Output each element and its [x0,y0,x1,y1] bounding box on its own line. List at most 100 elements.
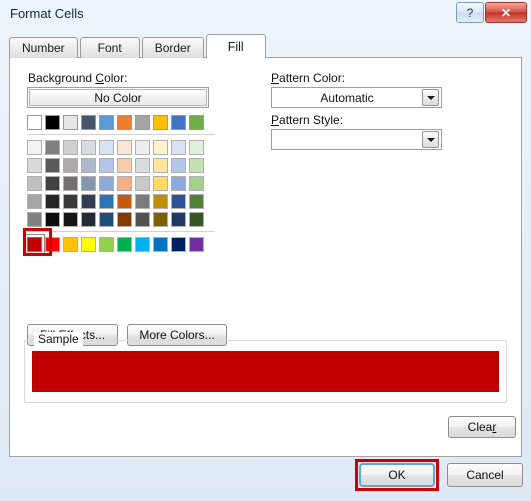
theme-tint-swatch-3-9[interactable] [189,194,204,209]
standard-color-cell-6[interactable] [135,237,150,252]
standard-color-cell-1[interactable] [45,237,60,252]
theme-color-swatch-1[interactable] [45,115,60,130]
theme-color-swatch-6[interactable] [135,115,150,130]
theme-tint-swatch-0-9[interactable] [189,140,204,155]
standard-color-cell-2[interactable] [63,237,78,252]
theme-color-swatch-3[interactable] [81,115,96,130]
theme-tint-swatch-1-9[interactable] [189,158,204,173]
cancel-button[interactable]: Cancel [447,463,523,487]
close-button[interactable]: ✕ [485,2,527,23]
theme-tint-swatch-0-6[interactable] [135,140,150,155]
theme-tint-swatch-0-3[interactable] [81,140,96,155]
theme-tint-swatch-3-6[interactable] [135,194,150,209]
theme-tint-swatch-4-0[interactable] [27,212,42,227]
theme-color-swatch-8[interactable] [171,115,186,130]
theme-tint-swatch-0-4[interactable] [99,140,114,155]
theme-tint-swatch-2-8[interactable] [171,176,186,191]
theme-color-swatch-7[interactable] [153,115,168,130]
theme-tint-swatch-4-1[interactable] [45,212,60,227]
theme-tint-swatch-0-8[interactable] [171,140,186,155]
pattern-color-combobox[interactable]: Automatic [271,87,442,108]
standard-color-cell-8[interactable] [171,237,186,252]
theme-tint-swatch-1-0[interactable] [27,158,42,173]
theme-tint-swatch-4-4[interactable] [99,212,114,227]
theme-tint-swatch-0-1[interactable] [45,140,60,155]
theme-tint-swatch-0-0[interactable] [27,140,42,155]
theme-tint-swatch-1-8[interactable] [171,158,186,173]
tab-number-label: Number [22,41,65,55]
theme-tint-swatch-2-2[interactable] [63,176,78,191]
theme-tint-swatch-1-4[interactable] [99,158,114,173]
theme-tint-swatch-2-5[interactable] [117,176,132,191]
theme-color-swatch-2[interactable] [63,115,78,130]
standard-color-swatch-9[interactable] [189,237,204,252]
theme-tint-swatch-0-7[interactable] [153,140,168,155]
theme-tint-swatch-3-8[interactable] [171,194,186,209]
theme-color-swatch-4[interactable] [99,115,114,130]
theme-tint-swatch-3-0[interactable] [27,194,42,209]
theme-tint-swatch-3-4[interactable] [99,194,114,209]
standard-color-cell-9[interactable] [189,237,204,252]
theme-color-swatch-0[interactable] [27,115,42,130]
theme-tint-swatch-3-1[interactable] [45,194,60,209]
theme-tint-swatch-4-3[interactable] [81,212,96,227]
theme-tint-swatch-1-6[interactable] [135,158,150,173]
theme-tint-swatch-4-6[interactable] [135,212,150,227]
standard-color-cell-5[interactable] [117,237,132,252]
theme-tint-swatch-0-2[interactable] [63,140,78,155]
theme-tint-swatch-4-8[interactable] [171,212,186,227]
theme-tint-swatch-4-7[interactable] [153,212,168,227]
chevron-down-icon[interactable] [422,89,439,106]
theme-tint-swatch-4-9[interactable] [189,212,204,227]
theme-tint-swatch-2-3[interactable] [81,176,96,191]
theme-tint-swatch-1-2[interactable] [63,158,78,173]
pattern-style-combobox[interactable] [271,129,442,150]
theme-tint-swatch-2-4[interactable] [99,176,114,191]
theme-tint-swatch-0-5[interactable] [117,140,132,155]
theme-tint-swatch-3-7[interactable] [153,194,168,209]
tab-fill[interactable]: Fill [205,34,266,59]
theme-color-swatch-5[interactable] [117,115,132,130]
theme-tint-swatch-4-2[interactable] [63,212,78,227]
standard-color-swatch-8[interactable] [171,237,186,252]
theme-tint-swatch-1-3[interactable] [81,158,96,173]
theme-tint-row-4 [27,212,215,227]
theme-tint-swatch-1-7[interactable] [153,158,168,173]
standard-color-swatch-1[interactable] [45,237,60,252]
standard-color-cell-3[interactable] [81,237,96,252]
standard-color-cell-4[interactable] [99,237,114,252]
theme-tint-swatch-4-5[interactable] [117,212,132,227]
theme-tint-swatch-2-9[interactable] [189,176,204,191]
standard-color-swatch-3[interactable] [81,237,96,252]
tab-border[interactable]: Border [141,37,204,58]
theme-tint-swatch-1-1[interactable] [45,158,60,173]
theme-tint-swatch-2-1[interactable] [45,176,60,191]
theme-tint-swatch-2-0[interactable] [27,176,42,191]
standard-color-cell-0[interactable] [24,234,45,255]
theme-color-swatch-9[interactable] [189,115,204,130]
theme-tint-rows [27,140,215,227]
standard-color-swatch-6[interactable] [135,237,150,252]
tab-font[interactable]: Font [79,37,140,58]
clear-button[interactable]: Clear [448,416,516,438]
help-button[interactable]: ? [456,2,484,23]
standard-color-swatch-4[interactable] [99,237,114,252]
theme-tint-swatch-1-5[interactable] [117,158,132,173]
theme-tint-swatch-2-7[interactable] [153,176,168,191]
standard-color-swatch-0[interactable] [27,237,42,252]
theme-tint-row-1 [27,158,215,173]
theme-tint-swatch-3-5[interactable] [117,194,132,209]
standard-color-swatch-7[interactable] [153,237,168,252]
tab-strip: Number Font Border Fill [9,34,268,59]
no-color-button[interactable]: No Color [29,89,207,106]
ok-button[interactable]: OK [359,463,435,487]
theme-tint-swatch-2-6[interactable] [135,176,150,191]
theme-tint-swatch-3-2[interactable] [63,194,78,209]
pattern-color-label: Pattern Color: [271,71,345,85]
standard-color-swatch-2[interactable] [63,237,78,252]
theme-tint-swatch-3-3[interactable] [81,194,96,209]
standard-color-cell-7[interactable] [153,237,168,252]
standard-color-swatch-5[interactable] [117,237,132,252]
tab-number[interactable]: Number [9,37,78,58]
chevron-down-icon[interactable] [422,131,439,148]
